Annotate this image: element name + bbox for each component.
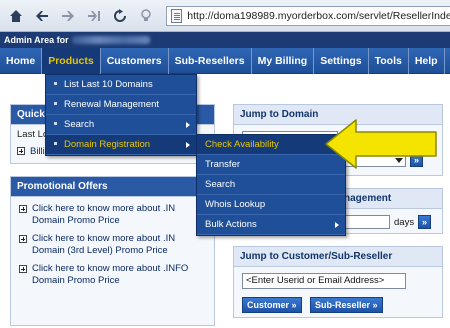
nav-products[interactable]: Products (42, 47, 101, 74)
jump-customer-title: Jump to Customer/Sub-Reseller (234, 247, 442, 267)
promo-link-text[interactable]: Click here to know more about .IN Domain… (32, 233, 206, 257)
promo-link-text[interactable]: Click here to know more about .INFO Doma… (32, 263, 206, 287)
browser-toolbar: http://doma198989.myorderbox.com/servlet… (0, 0, 450, 32)
promo-link-in-3rd[interactable]: Click here to know more about .IN Domain… (19, 233, 206, 257)
promo-link-text[interactable]: Click here to know more about .IN Domain… (32, 203, 206, 227)
nav-home[interactable]: Home (0, 47, 43, 74)
chevron-right-icon (186, 122, 190, 128)
forward-icon[interactable] (60, 8, 76, 24)
promo-link-info[interactable]: Click here to know more about .INFO Doma… (19, 263, 206, 287)
main-nav: Home Products Customers Sub-Resellers My… (0, 47, 450, 74)
sub-reseller-button[interactable]: Sub-Reseller » (310, 297, 383, 313)
home-icon[interactable] (8, 8, 24, 24)
expand-icon (19, 235, 27, 243)
promo-panel-title: Promotional Offers (11, 177, 214, 197)
expand-icon (19, 205, 27, 213)
days-label: days (394, 217, 415, 228)
menu-item-list-last-10[interactable]: List Last 10 Domains (46, 75, 196, 95)
redacted-name (71, 36, 150, 44)
menu-item-label: Renewal Management (64, 99, 160, 110)
bullet-icon (54, 142, 57, 145)
bullet-icon (54, 122, 57, 125)
nav-customers[interactable]: Customers (101, 47, 169, 74)
nav-settings[interactable]: Settings (314, 47, 369, 74)
menu-item-renewal-management[interactable]: Renewal Management (46, 95, 196, 115)
menu-item-search-domain[interactable]: Search (197, 175, 345, 195)
bullet-icon (54, 102, 57, 105)
bullet-icon (54, 82, 57, 85)
nav-my-billing[interactable]: My Billing (252, 47, 315, 74)
expand-icon (17, 147, 25, 155)
address-bar[interactable]: http://doma198989.myorderbox.com/servlet… (166, 6, 450, 26)
nav-sub-resellers[interactable]: Sub-Resellers (169, 47, 252, 74)
admin-bar: Admin Area for (0, 32, 450, 48)
bulb-icon[interactable] (138, 8, 154, 24)
expand-icon (19, 265, 27, 273)
jump-customer-panel: Jump to Customer/Sub-Reseller <Enter Use… (233, 246, 443, 318)
menu-item-whois-lookup[interactable]: Whois Lookup (197, 195, 345, 215)
callout-arrow-icon (325, 119, 437, 169)
reload-icon[interactable] (112, 8, 128, 24)
url-text: http://doma198989.myorderbox.com/servlet… (187, 10, 450, 22)
chevron-right-icon (186, 142, 190, 148)
customer-input[interactable]: <Enter Userid or Email Address> (242, 273, 406, 289)
days-input[interactable] (344, 215, 390, 229)
back-icon[interactable] (34, 8, 50, 24)
menu-item-label: Domain Registration (64, 139, 151, 150)
customer-button[interactable]: Customer » (242, 297, 302, 313)
nav-tools[interactable]: Tools (369, 47, 409, 74)
last-page-icon[interactable] (86, 8, 102, 24)
menu-item-label: List Last 10 Domains (64, 79, 153, 90)
page-icon (171, 9, 183, 23)
renewal-go-button[interactable]: » (418, 215, 432, 229)
menu-item-search[interactable]: Search (46, 115, 196, 135)
products-menu: List Last 10 Domains Renewal Management … (45, 74, 197, 156)
menu-item-domain-registration[interactable]: Domain Registration (46, 135, 196, 155)
promo-panel: Promotional Offers Click here to know mo… (10, 176, 215, 326)
chevron-right-icon (335, 222, 339, 228)
menu-item-bulk-actions[interactable]: Bulk Actions (197, 215, 345, 235)
admin-label: Admin Area for (4, 35, 69, 45)
menu-item-label: Bulk Actions (205, 219, 257, 230)
promo-link-in[interactable]: Click here to know more about .IN Domain… (19, 203, 206, 227)
nav-help[interactable]: Help (409, 47, 445, 74)
menu-item-label: Search (64, 119, 95, 130)
